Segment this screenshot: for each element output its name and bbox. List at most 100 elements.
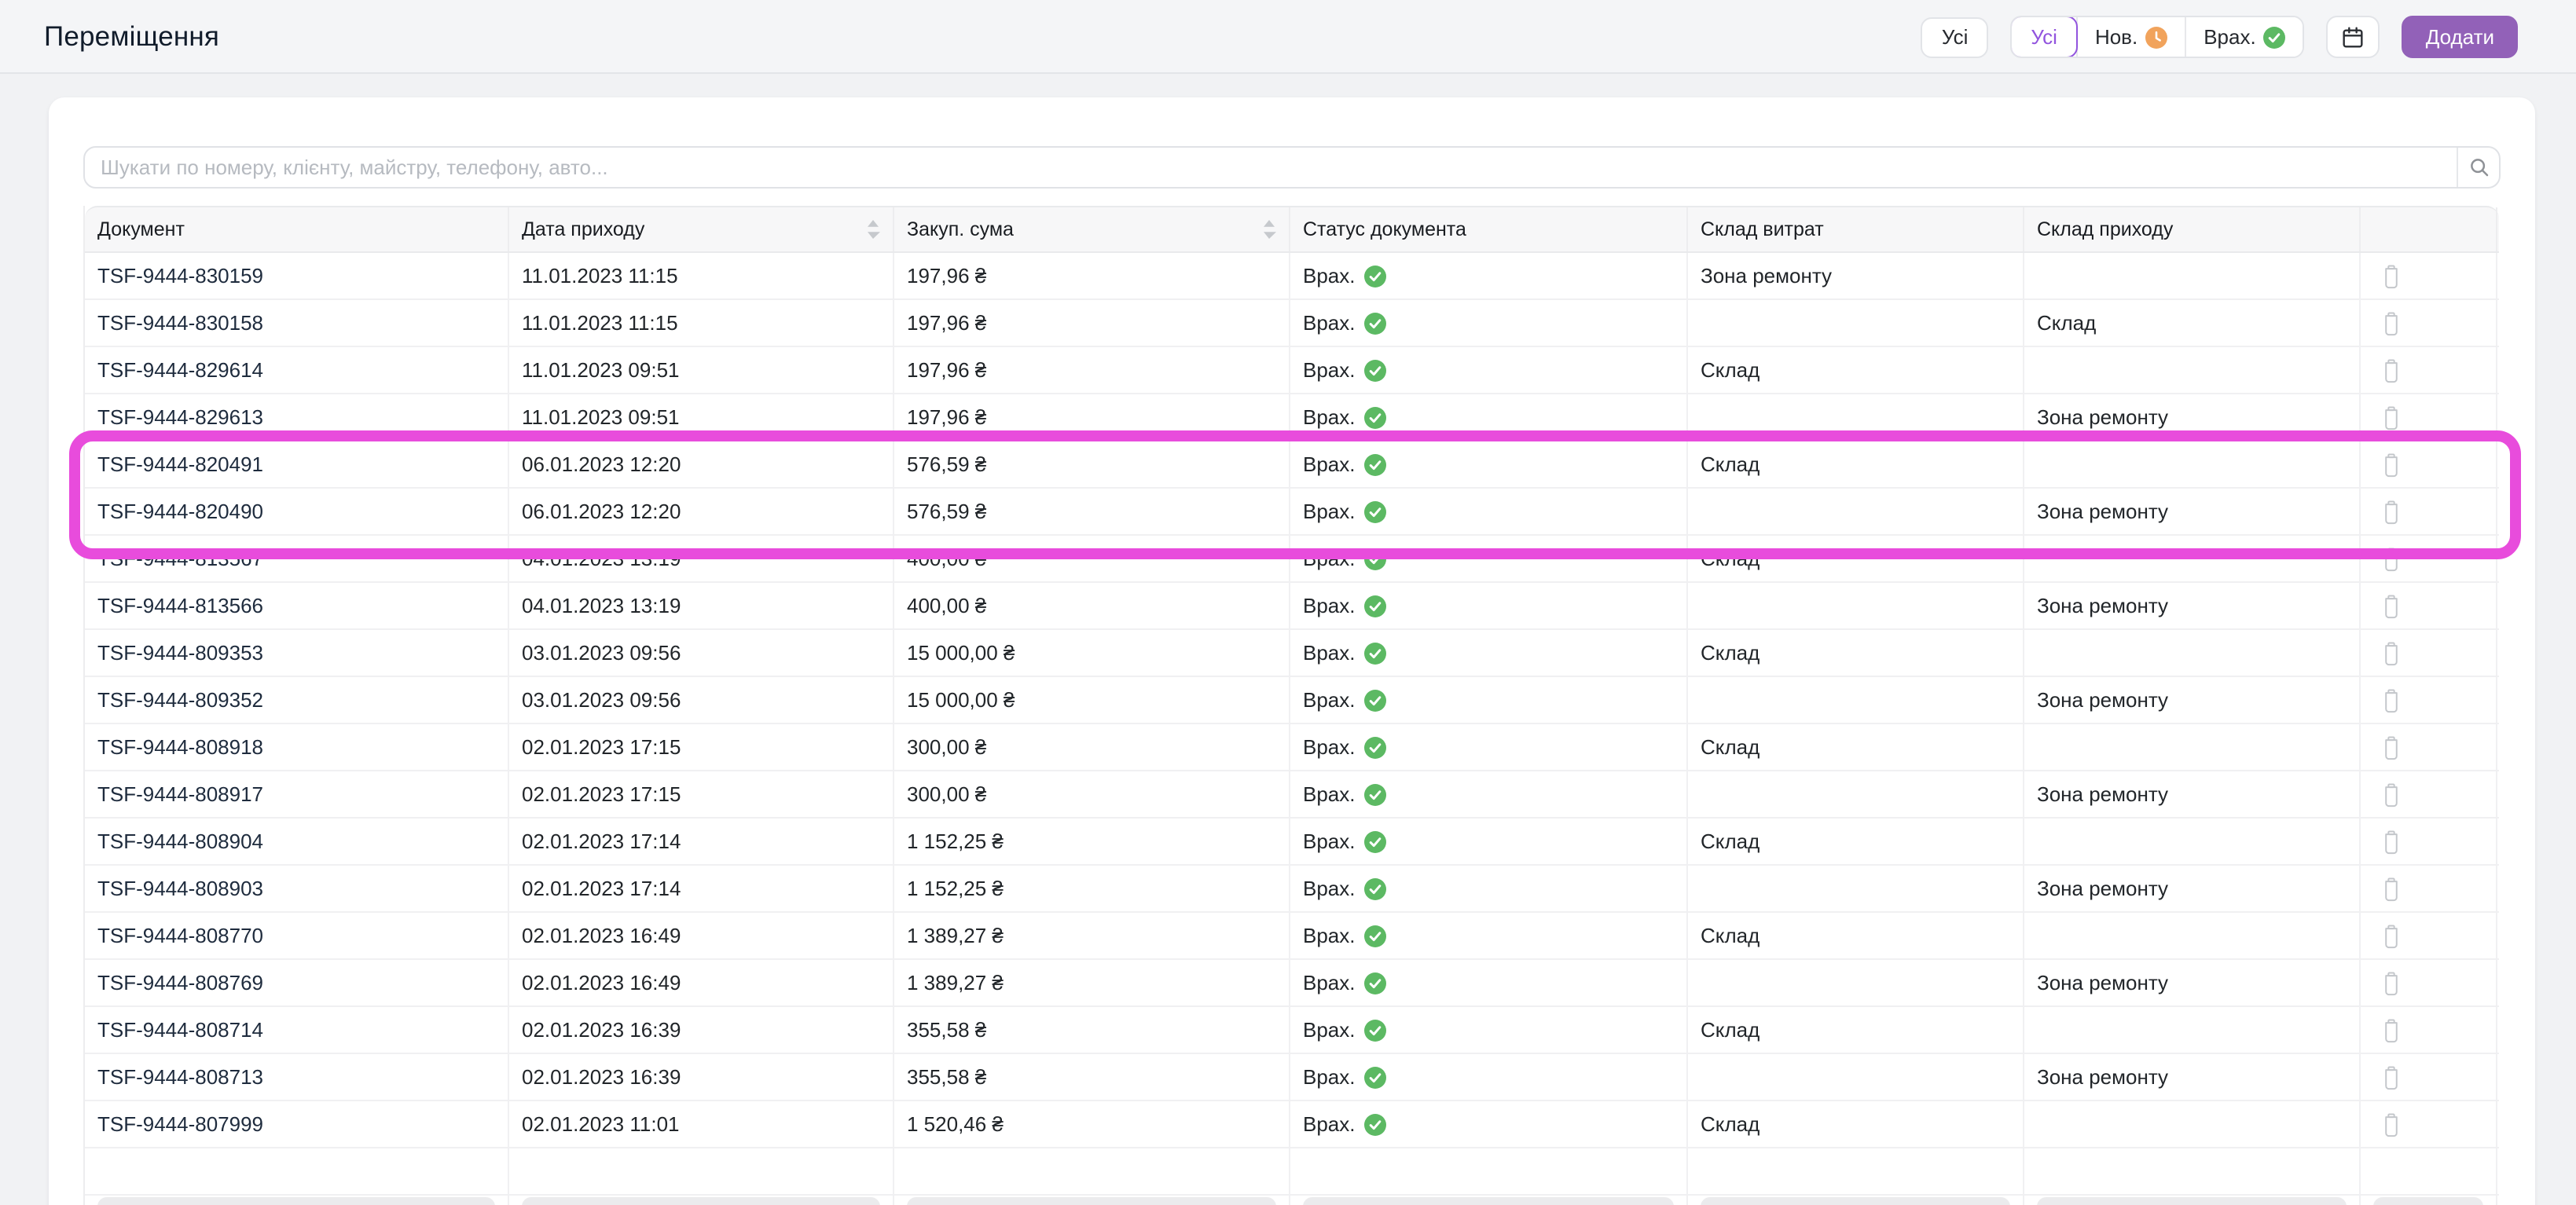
delete-button[interactable] bbox=[2376, 401, 2406, 433]
sort-icon-col-2[interactable] bbox=[1262, 218, 1276, 240]
delete-button[interactable] bbox=[2376, 778, 2406, 810]
delete-button[interactable] bbox=[2376, 920, 2406, 951]
segment-filter-0[interactable]: Усі bbox=[2012, 17, 2078, 57]
skeleton-cell bbox=[2024, 1196, 2361, 1205]
row-actions-cell bbox=[2361, 819, 2497, 864]
document-cell[interactable]: TSF-9444-808770 bbox=[85, 913, 509, 958]
delete-button[interactable] bbox=[2376, 354, 2406, 386]
segment-filter-2[interactable]: Врах. bbox=[2185, 17, 2303, 57]
arrival-date-cell: 03.01.2023 09:56 bbox=[509, 677, 894, 723]
document-cell[interactable]: TSF-9444-808713 bbox=[85, 1054, 509, 1100]
table-row[interactable]: TSF-9444-830159 11.01.2023 11:15 197,96 … bbox=[85, 253, 2499, 300]
delete-button[interactable] bbox=[2376, 1014, 2406, 1046]
status-check-icon bbox=[1364, 736, 1387, 758]
table-row[interactable]: TSF-9444-808714 02.01.2023 16:39 355,58 … bbox=[85, 1007, 2499, 1054]
delete-button[interactable] bbox=[2376, 260, 2406, 291]
delete-button[interactable] bbox=[2376, 449, 2406, 480]
trash-icon bbox=[2380, 829, 2403, 854]
table-row[interactable]: TSF-9444-808904 02.01.2023 17:14 1 152,2… bbox=[85, 819, 2499, 866]
search-input[interactable] bbox=[85, 148, 2457, 187]
document-status-cell: Врах. bbox=[1290, 866, 1688, 911]
document-cell[interactable]: TSF-9444-808769 bbox=[85, 960, 509, 1005]
column-header: Статус документа bbox=[1290, 207, 1688, 251]
trash-icon bbox=[2380, 546, 2403, 571]
delete-button[interactable] bbox=[2376, 637, 2406, 668]
status-label: Врах. bbox=[1303, 688, 1356, 712]
delete-button[interactable] bbox=[2376, 684, 2406, 716]
income-warehouse-cell bbox=[2024, 1007, 2361, 1053]
table-row[interactable]: TSF-9444-829613 11.01.2023 09:51 197,96 … bbox=[85, 394, 2499, 441]
add-button[interactable]: Додати bbox=[2402, 16, 2518, 58]
sort-icon-col-1[interactable] bbox=[866, 218, 880, 240]
table-row[interactable]: TSF-9444-808713 02.01.2023 16:39 355,58 … bbox=[85, 1054, 2499, 1101]
empty-cell bbox=[2361, 1148, 2497, 1194]
delete-button[interactable] bbox=[2376, 967, 2406, 998]
skeleton-cell bbox=[894, 1196, 1290, 1205]
document-cell[interactable]: TSF-9444-808918 bbox=[85, 724, 509, 770]
delete-button[interactable] bbox=[2376, 873, 2406, 904]
document-cell[interactable]: TSF-9444-808904 bbox=[85, 819, 509, 864]
expense-warehouse-cell: Склад bbox=[1688, 724, 2024, 770]
income-warehouse-cell bbox=[2024, 819, 2361, 864]
expense-warehouse-cell bbox=[1688, 1054, 2024, 1100]
filter-all-button[interactable]: Усі bbox=[1921, 16, 1989, 57]
column-header-label: Закуп. сума bbox=[907, 218, 1014, 240]
table-row[interactable]: TSF-9444-813567 04.01.2023 13:19 400,00 … bbox=[85, 536, 2499, 583]
table-row[interactable]: TSF-9444-808769 02.01.2023 16:49 1 389,2… bbox=[85, 960, 2499, 1007]
document-cell[interactable]: TSF-9444-829613 bbox=[85, 394, 509, 440]
table-row[interactable]: TSF-9444-830158 11.01.2023 11:15 197,96 … bbox=[85, 300, 2499, 347]
calendar-icon bbox=[2341, 24, 2366, 49]
delete-button[interactable] bbox=[2376, 496, 2406, 527]
table-row[interactable]: TSF-9444-808903 02.01.2023 17:14 1 152,2… bbox=[85, 866, 2499, 913]
income-warehouse-cell bbox=[2024, 1101, 2361, 1147]
column-header bbox=[2361, 207, 2497, 251]
date-range-button[interactable] bbox=[2326, 16, 2380, 58]
purchase-amount-cell: 1 152,25 ₴ bbox=[894, 866, 1290, 911]
table-row[interactable]: TSF-9444-829614 11.01.2023 09:51 197,96 … bbox=[85, 347, 2499, 394]
status-check-icon bbox=[1364, 595, 1387, 617]
delete-button[interactable] bbox=[2376, 590, 2406, 621]
table-row[interactable]: TSF-9444-807999 02.01.2023 11:01 1 520,4… bbox=[85, 1101, 2499, 1148]
table-row-highlighted[interactable]: TSF-9444-820490 06.01.2023 12:20 576,59 … bbox=[85, 489, 2499, 536]
status-label: Врах. bbox=[1303, 594, 1356, 617]
delete-button[interactable] bbox=[2376, 731, 2406, 763]
trash-icon bbox=[2380, 970, 2403, 995]
document-cell[interactable]: TSF-9444-808903 bbox=[85, 866, 509, 911]
document-cell[interactable]: TSF-9444-808714 bbox=[85, 1007, 509, 1053]
document-cell[interactable]: TSF-9444-820490 bbox=[85, 489, 509, 534]
document-cell[interactable]: TSF-9444-807999 bbox=[85, 1101, 509, 1147]
delete-button[interactable] bbox=[2376, 307, 2406, 339]
row-actions-cell bbox=[2361, 536, 2497, 581]
table-row[interactable]: TSF-9444-813566 04.01.2023 13:19 400,00 … bbox=[85, 583, 2499, 630]
document-cell[interactable]: TSF-9444-830158 bbox=[85, 300, 509, 346]
delete-button[interactable] bbox=[2376, 1061, 2406, 1093]
table-row[interactable]: TSF-9444-808770 02.01.2023 16:49 1 389,2… bbox=[85, 913, 2499, 960]
delete-button[interactable] bbox=[2376, 826, 2406, 857]
document-cell[interactable]: TSF-9444-830159 bbox=[85, 253, 509, 299]
income-warehouse-cell: Зона ремонту bbox=[2024, 771, 2361, 817]
delete-button[interactable] bbox=[2376, 543, 2406, 574]
income-warehouse-cell bbox=[2024, 913, 2361, 958]
trash-icon bbox=[2380, 782, 2403, 807]
segment-filter-1[interactable]: Нов. bbox=[2075, 17, 2185, 57]
document-status-cell: Врах. bbox=[1290, 441, 1688, 487]
document-cell[interactable]: TSF-9444-813566 bbox=[85, 583, 509, 628]
table-row[interactable]: TSF-9444-808918 02.01.2023 17:15 300,00 … bbox=[85, 724, 2499, 771]
table-row[interactable]: TSF-9444-809352 03.01.2023 09:56 15 000,… bbox=[85, 677, 2499, 724]
status-check-icon bbox=[1364, 877, 1387, 899]
table-row-highlighted[interactable]: TSF-9444-820491 06.01.2023 12:20 576,59 … bbox=[85, 441, 2499, 489]
document-cell[interactable]: TSF-9444-829614 bbox=[85, 347, 509, 393]
table-row[interactable]: TSF-9444-808917 02.01.2023 17:15 300,00 … bbox=[85, 771, 2499, 819]
document-cell[interactable]: TSF-9444-813567 bbox=[85, 536, 509, 581]
row-actions-cell bbox=[2361, 300, 2497, 346]
document-cell[interactable]: TSF-9444-820491 bbox=[85, 441, 509, 487]
document-cell[interactable]: TSF-9444-809353 bbox=[85, 630, 509, 676]
table-row[interactable]: TSF-9444-809353 03.01.2023 09:56 15 000,… bbox=[85, 630, 2499, 677]
document-cell[interactable]: TSF-9444-809352 bbox=[85, 677, 509, 723]
status-label: Врах. bbox=[1303, 1112, 1356, 1136]
search-button[interactable] bbox=[2457, 148, 2499, 187]
delete-button[interactable] bbox=[2376, 1108, 2406, 1140]
arrival-date-cell: 02.01.2023 17:14 bbox=[509, 866, 894, 911]
status-label: Врах. bbox=[1303, 1018, 1356, 1042]
document-cell[interactable]: TSF-9444-808917 bbox=[85, 771, 509, 817]
